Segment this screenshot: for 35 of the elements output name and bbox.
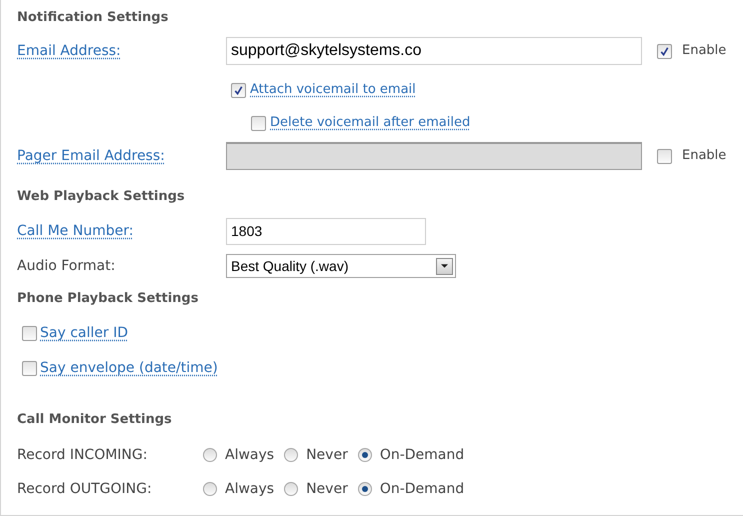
option-label: Always — [225, 446, 274, 464]
radio-button[interactable] — [358, 448, 372, 462]
enable-label: Enable — [682, 42, 726, 60]
section-heading: Phone Playback Settings — [17, 290, 200, 308]
link[interactable]: Attach voicemail to email — [250, 80, 416, 100]
enable-label: Enable — [682, 147, 726, 166]
field-label: Record OUTGOING: — [17, 480, 153, 498]
field-label: Record INCOMING: — [17, 446, 148, 464]
radio-button[interactable] — [284, 482, 298, 496]
radio-button[interactable] — [358, 482, 372, 496]
section-heading: Notification Settings — [17, 9, 170, 28]
link[interactable]: Say envelope (date/time) — [40, 358, 218, 378]
option-label: Never — [306, 446, 348, 464]
radio-button[interactable] — [203, 482, 217, 496]
link[interactable]: Call Me Number: — [17, 220, 134, 242]
checkbox[interactable] — [22, 360, 37, 376]
checkbox[interactable] — [231, 82, 246, 98]
link[interactable]: Delete voicemail after emailed — [270, 113, 470, 133]
call-me-number-field[interactable]: 1803 — [226, 218, 426, 244]
option-label: Always — [225, 480, 274, 498]
link[interactable]: Say caller ID — [40, 322, 128, 344]
checkbox[interactable] — [22, 326, 37, 340]
field-label: Audio Format: — [17, 256, 116, 276]
option-label: On-Demand — [380, 446, 464, 464]
email-field[interactable]: support@skytelsystems.co — [226, 37, 642, 65]
radio-button[interactable] — [284, 448, 298, 462]
audio-format-dropdown[interactable]: Best Quality (.wav) — [226, 254, 456, 278]
option-label: Never — [306, 480, 348, 498]
checkbox[interactable] — [251, 116, 266, 130]
section-heading: Call Monitor Settings — [17, 411, 173, 430]
option-label: On-Demand — [380, 480, 464, 498]
section-heading: Web Playback Settings — [17, 188, 186, 206]
checkbox[interactable] — [657, 44, 672, 58]
radio-button[interactable] — [203, 448, 217, 462]
link[interactable]: Email Address: — [17, 40, 121, 62]
